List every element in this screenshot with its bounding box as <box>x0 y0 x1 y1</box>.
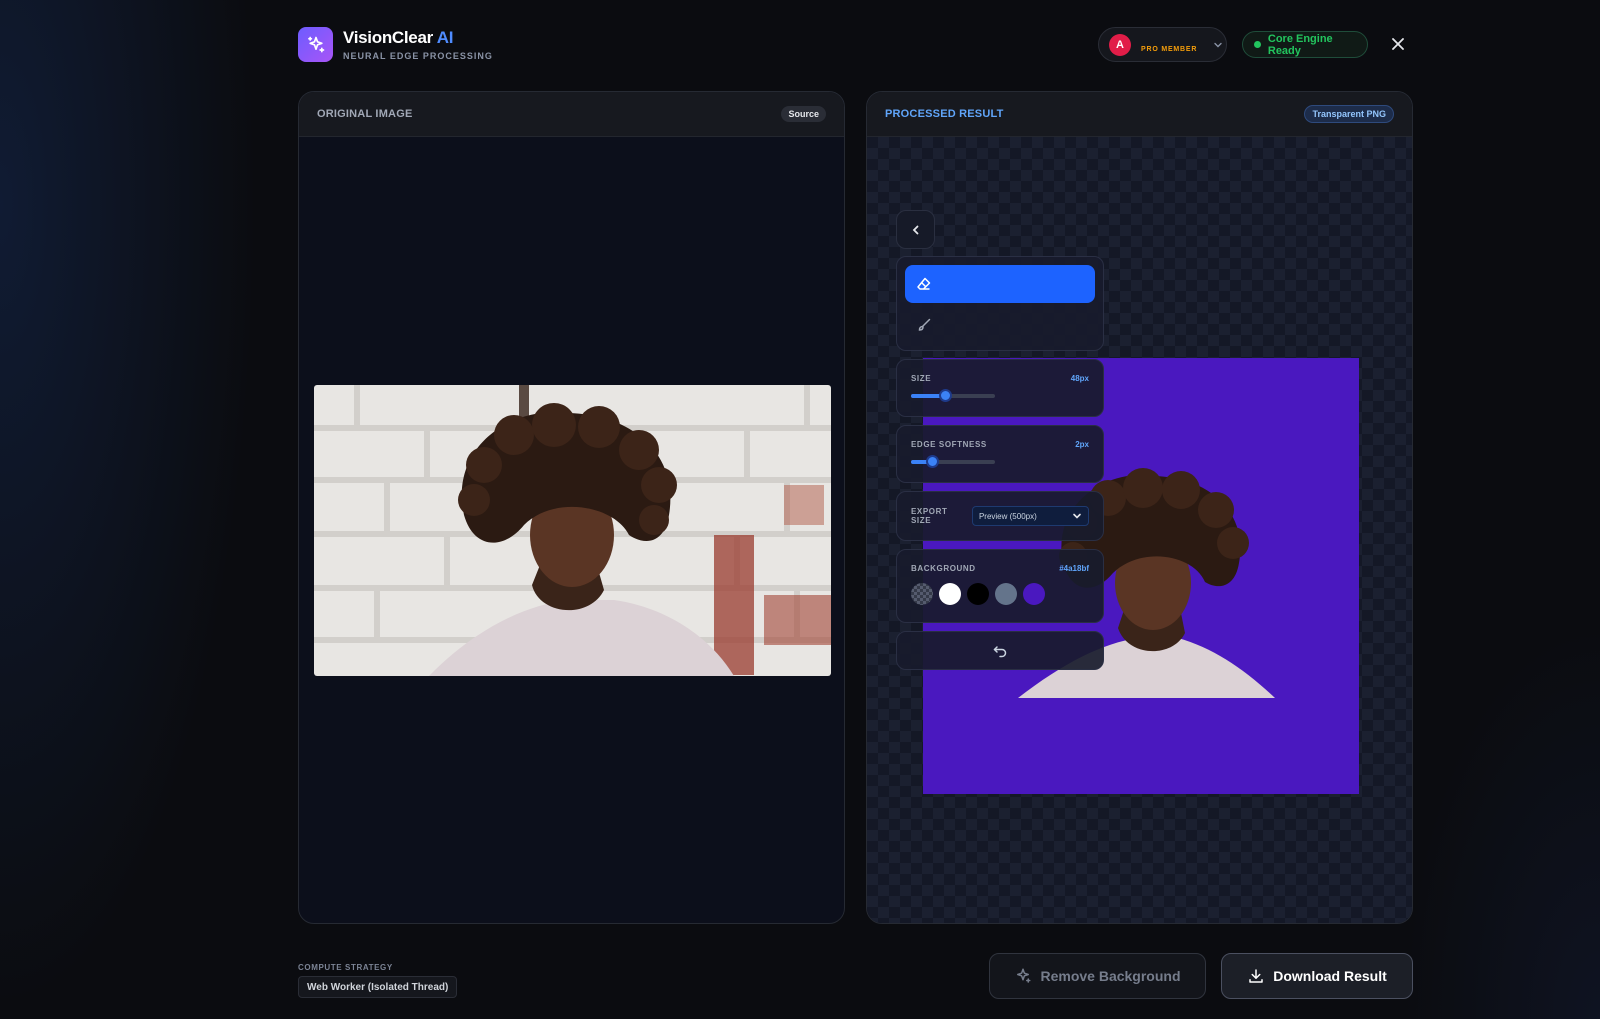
member-badge: PRO MEMBER <box>1141 46 1198 53</box>
status-dot <box>1254 41 1261 48</box>
original-panel-header: ORIGINAL IMAGE Source <box>299 92 844 137</box>
chevron-left-icon <box>912 225 918 234</box>
brand-subtitle: NEURAL EDGE PROCESSING <box>343 51 493 61</box>
chevron-down-icon <box>1073 513 1081 519</box>
compute-strategy-label: COMPUTE STRATEGY <box>298 963 393 972</box>
brush-size-card: SIZE 48px <box>896 359 1104 417</box>
status-text: Core Engine Ready <box>1267 32 1333 57</box>
download-result-button[interactable]: Download Result <box>1221 953 1413 999</box>
close-icon <box>1392 38 1404 50</box>
format-tag: Transparent PNG <box>1304 105 1394 123</box>
original-image-panel: ORIGINAL IMAGE Source <box>298 91 845 924</box>
app-title: VisionClear AI <box>343 28 493 48</box>
brush-icon <box>918 318 931 331</box>
swatch-slate[interactable] <box>995 583 1017 605</box>
brand-name: VisionClear <box>343 28 433 47</box>
remove-background-button[interactable]: Remove Background <box>989 953 1206 999</box>
export-size-select[interactable]: Preview (500px) <box>971 506 1089 526</box>
eraser-icon <box>917 277 931 290</box>
undo-icon <box>993 645 1007 657</box>
restore-brush-button[interactable] <box>905 306 1095 344</box>
softness-slider[interactable] <box>911 455 995 468</box>
undo-button[interactable] <box>896 631 1104 670</box>
swatch-black[interactable] <box>967 583 989 605</box>
brush-tools-card <box>896 256 1104 351</box>
background-swatches <box>911 583 1089 605</box>
remove-background-label: Remove Background <box>1040 968 1181 984</box>
swatch-transparent[interactable] <box>911 583 933 605</box>
swatch-white[interactable] <box>939 583 961 605</box>
avatar: A <box>1109 33 1131 56</box>
export-size-label: EXPORT SIZE <box>911 507 948 525</box>
softness-slider-thumb[interactable] <box>926 455 939 468</box>
swatch-purple[interactable] <box>1023 583 1045 605</box>
size-label: SIZE <box>911 374 932 383</box>
result-panel-title: PROCESSED RESULT <box>885 108 1004 120</box>
original-photo <box>314 385 831 676</box>
size-slider-thumb[interactable] <box>938 389 952 402</box>
engine-status-badge: Core Engine Ready <box>1242 31 1368 58</box>
export-size-selected: Preview (500px) <box>978 511 1037 521</box>
brand-ai: AI <box>436 28 454 47</box>
softness-value: 2px <box>1075 440 1089 449</box>
softness-label: EDGE SOFTNESS <box>911 440 987 449</box>
sparkles-icon <box>307 36 324 53</box>
processed-result-panel: PROCESSED RESULT Transparent PNG SIZE 48… <box>866 91 1413 924</box>
background-label: BACKGROUND <box>911 564 976 573</box>
size-slider[interactable] <box>911 389 995 402</box>
eraser-tool-button[interactable] <box>905 265 1095 303</box>
edge-softness-card: EDGE SOFTNESS 2px <box>896 425 1104 483</box>
user-menu-button[interactable]: A PRO MEMBER <box>1098 27 1227 62</box>
source-tag: Source <box>781 106 826 122</box>
download-result-label: Download Result <box>1273 968 1387 984</box>
brand: VisionClear AI NEURAL EDGE PROCESSING <box>343 28 493 61</box>
export-size-card: EXPORT SIZE Preview (500px) <box>896 491 1104 541</box>
download-icon <box>1249 969 1263 983</box>
size-value: 48px <box>1070 374 1089 383</box>
chevron-down-icon <box>1214 42 1222 47</box>
background-glow <box>0 0 260 1019</box>
result-panel-header: PROCESSED RESULT Transparent PNG <box>867 92 1412 137</box>
compute-strategy-value: Web Worker (Isolated Thread) <box>298 976 458 998</box>
background-card: BACKGROUND #4a18bf <box>896 549 1104 623</box>
sparkles-icon <box>1017 968 1031 983</box>
background-value: #4a18bf <box>1059 564 1089 573</box>
background-glow-right <box>1400 619 1600 1019</box>
original-panel-title: ORIGINAL IMAGE <box>317 108 413 120</box>
close-button[interactable] <box>1388 34 1408 54</box>
collapse-tools-button[interactable] <box>896 210 935 249</box>
app-logo <box>298 27 333 62</box>
result-canvas[interactable]: SIZE 48px EDGE SOFTNESS 2px EXPORT SIZE … <box>867 137 1412 923</box>
